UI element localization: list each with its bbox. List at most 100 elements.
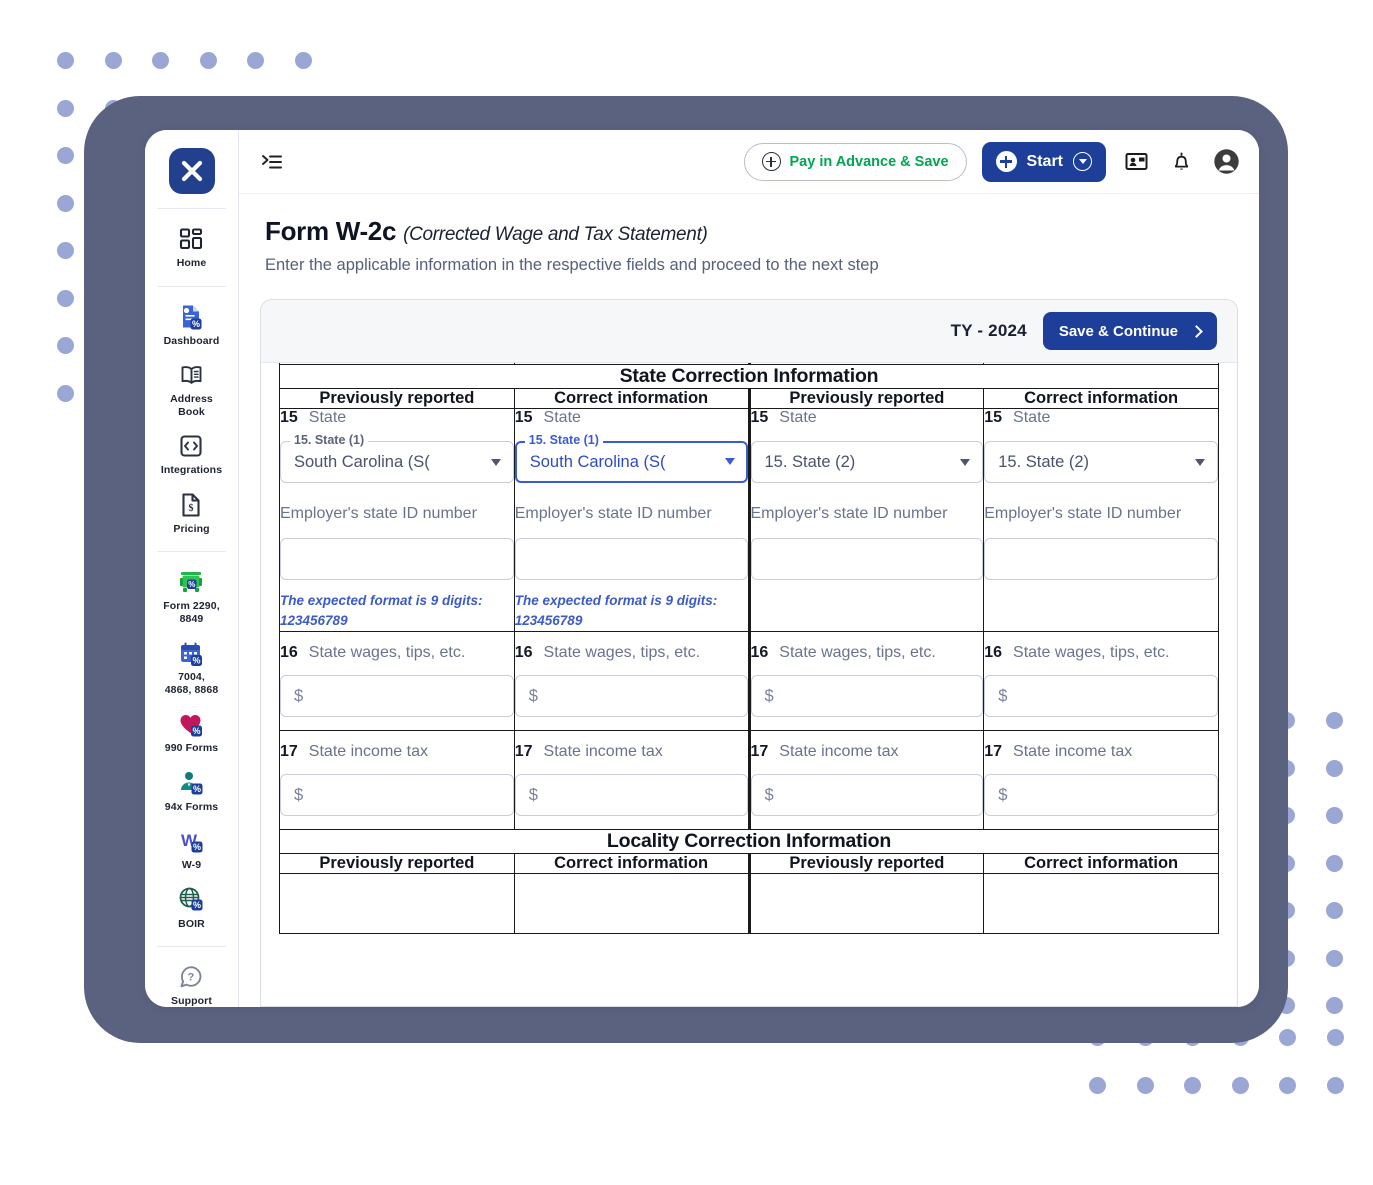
field-number-17c: 17	[750, 743, 769, 760]
pay-in-advance-label: Pay in Advance & Save	[789, 153, 949, 170]
sidebar-item-boir[interactable]: % BOIR	[157, 879, 226, 938]
sidebar-item-990-forms[interactable]: % 990 Forms	[157, 703, 226, 762]
col-head-prev-2: Previously reported	[747, 388, 985, 409]
col-head-prev-1: Previously reported	[279, 388, 515, 409]
sidebar-item-dashboard[interactable]: % Dashboard	[157, 296, 226, 355]
locality-field-row-clipped	[279, 873, 1219, 934]
app-logo[interactable]	[168, 142, 215, 208]
page-title: Form W-2c (Corrected Wage and Tax Statem…	[265, 216, 1233, 247]
state-income-tax-input-3[interactable]: $	[750, 774, 984, 816]
save-and-continue-button[interactable]: Save & Continue	[1042, 312, 1217, 350]
locality-section-header-row: Locality Correction Information	[279, 829, 1219, 854]
field-label-wages-4: State wages, tips, etc.	[1013, 644, 1170, 661]
field-label-income-1: State income tax	[308, 743, 428, 760]
col-head-loc-prev-2: Previously reported	[747, 853, 985, 874]
sidebar-item-7004-4868-8868[interactable]: % 7004, 4868, 8868	[157, 632, 226, 703]
state-select-value-4: 15. State (2)	[998, 452, 1090, 471]
form-card-toolbar: TY - 2024 Save & Continue	[261, 300, 1237, 363]
state-wages-input-4[interactable]: $	[984, 675, 1218, 717]
chevron-down-icon[interactable]	[1073, 152, 1092, 171]
topbar-actions: Pay in Advance & Save Start	[743, 141, 1242, 182]
employer-state-id-label-4: Employer's state ID number	[984, 505, 1182, 522]
sidebar-item-form-2290-8849[interactable]: % Form 2290, 8849	[157, 561, 226, 632]
cell-income-prev-2: 17 State income tax $	[747, 730, 985, 830]
sidebar-item-label: Address Book	[170, 393, 213, 418]
field-number-17b: 17	[514, 743, 533, 760]
svg-text:%: %	[193, 784, 201, 794]
sidebar-group-3: ? Support	[156, 946, 227, 1007]
sidebar-item-home[interactable]: Home	[157, 218, 226, 277]
employer-state-id-label-3: Employer's state ID number	[750, 505, 948, 522]
state-income-tax-input-2[interactable]: $	[514, 774, 748, 816]
dollar-sign: $	[998, 686, 1008, 705]
decorative-dot	[57, 52, 74, 69]
state-section-title: State Correction Information	[279, 364, 1219, 389]
w2c-correction-table: State Correction Information Previously …	[279, 363, 1219, 934]
user-account-icon[interactable]	[1211, 147, 1241, 177]
state-income-tax-input-4[interactable]: $	[984, 774, 1218, 816]
employer-state-id-input-3[interactable]	[750, 538, 984, 580]
main-area: Pay in Advance & Save Start Form W-2c (C…	[239, 130, 1259, 1007]
field-number-16c: 16	[750, 644, 769, 661]
cell-state-correct-2: 15 State 15. State (2) 15. State (2) E	[983, 408, 1219, 632]
col-head-correct-2: Correct information	[983, 388, 1219, 409]
state-wages-input-2[interactable]: $	[514, 675, 748, 717]
collapse-sidebar-icon[interactable]	[259, 149, 285, 175]
state-select-prev-2[interactable]: 15. State (2) 15. State (2)	[750, 441, 984, 483]
employer-state-id-input-1[interactable]	[280, 538, 514, 580]
chevron-right-icon	[1190, 324, 1203, 338]
svg-text:%: %	[192, 655, 200, 665]
state-wages-input-3[interactable]: $	[750, 675, 984, 717]
start-button[interactable]: Start	[981, 141, 1106, 182]
field-number-16d: 16	[984, 644, 1003, 661]
cell-state-prev-1: 15 State 15. State (1) South Carolina (S…	[279, 408, 515, 632]
sidebar-group-1: % Dashboard Address Book Integrations $ Pricin…	[156, 285, 227, 552]
sidebar-item-w-9[interactable]: W% W-9	[157, 820, 226, 879]
sidebar-item-support[interactable]: ? Support	[157, 956, 226, 1007]
state-select-correct-1[interactable]: 15. State (1) South Carolina (S(	[514, 433, 748, 483]
sidebar-item-address-book[interactable]: Address Book	[157, 354, 226, 425]
employer-state-id-input-2[interactable]	[514, 538, 748, 580]
chevron-down-icon	[490, 459, 501, 466]
state-select-value-1: South Carolina (S(	[294, 452, 430, 471]
page-title-subtitle: (Corrected Wage and Tax Statement)	[403, 224, 708, 245]
state-wages-input-1[interactable]: $	[280, 675, 514, 717]
sidebar-group-0: Home	[156, 208, 227, 286]
cell-wages-prev-1: 16 State wages, tips, etc. $	[279, 631, 515, 731]
dollar-sign: $	[528, 785, 538, 804]
employer-state-id-input-4[interactable]	[984, 538, 1218, 580]
cell-state-prev-2: 15 State 15. State (2) 15. State (2) E	[747, 408, 985, 632]
decorative-dot	[1326, 1076, 1344, 1094]
sidebar-item-label: Dashboard	[163, 334, 220, 347]
chevron-down-icon	[724, 458, 735, 465]
page-description: Enter the applicable information in the …	[265, 256, 879, 274]
save-continue-label: Save & Continue	[1058, 322, 1178, 340]
field-number-15c: 15	[750, 409, 769, 426]
page-title-main: Form W-2c	[265, 216, 397, 246]
state-field-row: 15 State 15. State (1) South Carolina (S…	[279, 408, 1219, 632]
form-table-scroll-region[interactable]: State Correction Information Previously …	[261, 363, 1237, 1006]
w-percent-icon: W%	[177, 827, 205, 855]
plus-filled-icon	[995, 151, 1017, 172]
sidebar-item-label: W-9	[181, 859, 202, 871]
col-head-loc-correct-1: Correct information	[513, 853, 750, 874]
decorative-dot	[57, 289, 74, 307]
sidebar-item-pricing[interactable]: $ Pricing	[157, 484, 226, 543]
notification-bell-icon[interactable]	[1166, 147, 1196, 177]
contact-card-icon[interactable]	[1121, 147, 1151, 177]
sidebar-item-label: 94x Forms	[164, 800, 219, 813]
decorative-dot	[1326, 1029, 1344, 1046]
employer-state-id-label-2: Employer's state ID number	[514, 505, 712, 522]
dollar-sign: $	[764, 686, 774, 705]
decorative-dot	[199, 52, 217, 69]
field-label-income-4: State income tax	[1013, 743, 1133, 760]
state-select-correct-2[interactable]: 15. State (2) 15. State (2)	[984, 441, 1218, 483]
pay-in-advance-button[interactable]: Pay in Advance & Save	[743, 142, 967, 181]
state-select-prev-1[interactable]: 15. State (1) South Carolina (S(	[280, 433, 514, 483]
decorative-dot	[57, 242, 74, 259]
sidebar-item-label: BOIR	[178, 917, 205, 930]
state-income-tax-input-1[interactable]: $	[280, 774, 514, 816]
sidebar-item-94x-forms[interactable]: % 94x Forms	[157, 762, 226, 821]
sidebar-item-integrations[interactable]: Integrations	[157, 425, 226, 484]
field-label-state-3: State	[779, 409, 817, 426]
